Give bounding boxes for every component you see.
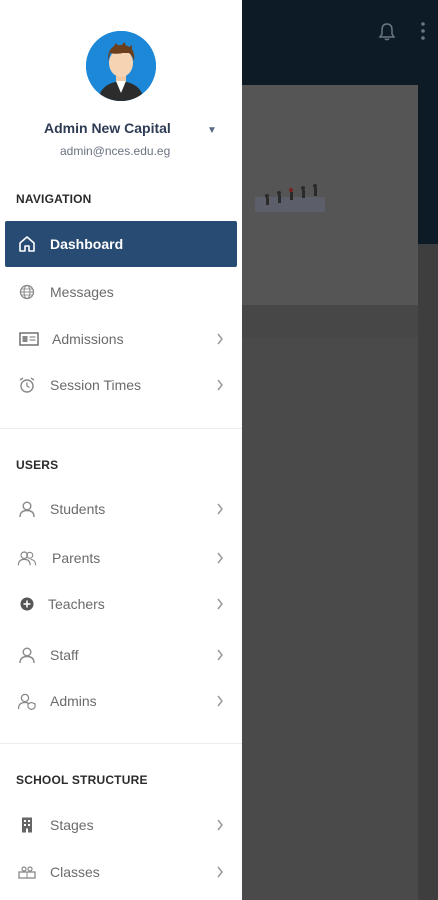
id-card-icon [19, 329, 39, 349]
nav-item-label: Messages [50, 284, 114, 300]
nav-item-messages[interactable]: Messages [5, 270, 237, 314]
nav-item-label: Students [50, 501, 106, 517]
users-icon [17, 548, 37, 568]
section-title-school-structure: SCHOOL STRUCTURE [16, 773, 148, 787]
nav-item-label: Admissions [52, 331, 124, 347]
nav-item-staff[interactable]: Staff [5, 633, 237, 677]
avatar[interactable] [86, 31, 156, 101]
nav-item-teachers[interactable]: Teachers [5, 582, 237, 626]
nav-item-classes[interactable]: Classes [5, 850, 237, 894]
nav-item-label: Stages [50, 817, 94, 833]
nav-item-label: Parents [52, 550, 101, 566]
user-icon [17, 499, 37, 519]
user-avatar-icon [86, 31, 156, 101]
navigation-drawer: Admin New Capital ▼ admin@nces.edu.eg NA… [0, 0, 242, 900]
plus-circle-icon [17, 594, 37, 614]
nav-item-session-times[interactable]: Session Times [5, 363, 237, 407]
banner-illustration [255, 184, 325, 212]
chevron-right-icon [217, 598, 223, 610]
chevron-right-icon [217, 866, 223, 878]
chevron-right-icon [217, 649, 223, 661]
section-divider [0, 743, 242, 744]
more-options-icon[interactable] [418, 20, 428, 42]
section-divider [0, 428, 242, 429]
section-title-navigation: NAVIGATION [16, 192, 92, 206]
section-title-users: USERS [16, 458, 59, 472]
home-icon [17, 234, 37, 254]
nav-item-label: Dashboard [50, 236, 124, 252]
building-icon [17, 815, 37, 835]
nav-item-admissions[interactable]: Admissions [5, 317, 237, 361]
nav-item-label: Session Times [50, 377, 142, 393]
user-menu-caret-icon[interactable]: ▼ [207, 125, 217, 136]
classroom-icon [17, 862, 37, 882]
nav-item-students[interactable]: Students [5, 487, 237, 531]
user-shield-icon [17, 691, 37, 711]
user-name[interactable]: Admin New Capital [44, 120, 171, 136]
nav-item-label: Teachers [48, 596, 105, 612]
chevron-right-icon [217, 333, 223, 345]
chevron-right-icon [217, 379, 223, 391]
nav-item-label: Staff [50, 647, 79, 663]
nav-item-label: Admins [50, 693, 97, 709]
chevron-right-icon [217, 819, 223, 831]
nav-item-parents[interactable]: Parents [5, 536, 237, 580]
chevron-right-icon [217, 552, 223, 564]
user-icon [17, 645, 37, 665]
globe-icon [17, 282, 37, 302]
background-strip [418, 244, 438, 900]
nav-item-dashboard[interactable]: Dashboard [5, 221, 237, 267]
alarm-clock-icon [17, 375, 37, 395]
chevron-right-icon [217, 503, 223, 515]
nav-item-admins[interactable]: Admins [5, 679, 237, 723]
nav-item-stages[interactable]: Stages [5, 803, 237, 847]
bell-icon[interactable] [377, 22, 397, 42]
nav-item-label: Classes [50, 864, 100, 880]
user-email: admin@nces.edu.eg [60, 144, 171, 158]
chevron-right-icon [217, 695, 223, 707]
